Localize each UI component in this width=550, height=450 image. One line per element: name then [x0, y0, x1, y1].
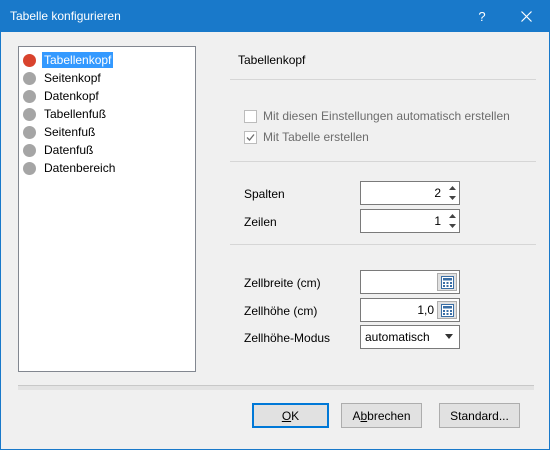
- cancel-button[interactable]: Ab brechen: [341, 403, 422, 428]
- spin-down-icon[interactable]: [448, 194, 456, 202]
- section-tree[interactable]: Tabellenkopf Seitenkopf Datenkopf Tabell…: [18, 46, 196, 372]
- tree-item-datenbereich[interactable]: Datenbereich: [23, 159, 117, 177]
- calculator-icon: [440, 303, 454, 317]
- spin-up-icon[interactable]: [448, 184, 456, 192]
- divider: [230, 161, 536, 162]
- calculator-button[interactable]: [437, 301, 457, 319]
- cell-height-field[interactable]: 1,0: [360, 298, 460, 322]
- cell-width-label: Zellbreite (cm): [244, 276, 321, 290]
- cancel-label-mnemonic: b: [360, 408, 368, 423]
- tree-item-seitenfuss[interactable]: Seitenfuß: [23, 123, 97, 141]
- divider: [18, 386, 534, 390]
- gray-circle-icon: [23, 71, 36, 85]
- cell-height-mode-value: automatisch: [365, 330, 430, 344]
- tree-item-label: Tabellenfuß: [44, 107, 107, 121]
- with-table-checkbox-row[interactable]: Mit Tabelle erstellen: [244, 130, 369, 144]
- rows-value: 1: [434, 214, 441, 228]
- title-bar: Tabelle konfigurieren ?: [1, 1, 549, 32]
- tree-item-label: Datenfuß: [44, 143, 94, 157]
- cell-height-mode-select[interactable]: automatisch: [360, 325, 460, 349]
- rows-label: Zeilen: [244, 215, 277, 229]
- auto-create-checkbox[interactable]: [244, 109, 257, 123]
- tree-item-label: Datenkopf: [44, 89, 99, 103]
- cell-height-value: 1,0: [417, 303, 434, 317]
- cell-height-label: Zellhöhe (cm): [244, 304, 318, 318]
- divider: [230, 79, 536, 80]
- tree-item-label: Datenbereich: [44, 161, 116, 175]
- auto-create-label: Mit diesen Einstellungen automatisch ers…: [263, 109, 510, 123]
- window-title: Tabelle konfigurieren: [10, 9, 121, 23]
- tree-item-label: Seitenfuß: [44, 125, 96, 139]
- gray-circle-icon: [23, 107, 36, 121]
- columns-label: Spalten: [244, 187, 285, 201]
- close-button[interactable]: [504, 1, 548, 32]
- red-circle-icon: [23, 53, 36, 67]
- cell-width-field[interactable]: [360, 270, 460, 294]
- rows-spin-arrows[interactable]: [447, 212, 457, 230]
- divider: [230, 244, 536, 245]
- gray-circle-icon: [23, 143, 36, 157]
- tree-item-tabellenkopf[interactable]: Tabellenkopf: [23, 51, 114, 69]
- checkmark-icon: [246, 133, 255, 141]
- tree-item-tabellenfuss[interactable]: Tabellenfuß: [23, 105, 108, 123]
- close-icon: [520, 11, 532, 22]
- chevron-down-icon: [445, 334, 453, 339]
- calculator-button[interactable]: [437, 273, 457, 291]
- gray-circle-icon: [23, 125, 36, 139]
- spin-up-icon[interactable]: [448, 212, 456, 220]
- tree-item-datenfuss[interactable]: Datenfuß: [23, 141, 95, 159]
- standard-label: Standard...: [450, 408, 509, 423]
- columns-value: 2: [434, 186, 441, 200]
- tree-item-label: Tabellenkopf: [42, 52, 114, 68]
- with-table-checkbox[interactable]: [244, 130, 257, 144]
- with-table-label: Mit Tabelle erstellen: [263, 130, 369, 144]
- cell-height-mode-label: Zellhöhe-Modus: [244, 331, 331, 345]
- columns-spinner[interactable]: 2: [360, 181, 460, 205]
- ok-label-post: K: [291, 408, 300, 423]
- gray-circle-icon: [23, 161, 36, 175]
- gray-circle-icon: [23, 89, 36, 103]
- columns-spin-arrows[interactable]: [447, 184, 457, 202]
- tree-item-datenkopf[interactable]: Datenkopf: [23, 87, 101, 105]
- ok-label-mnemonic: O: [281, 408, 292, 423]
- help-button[interactable]: ?: [460, 1, 504, 32]
- auto-create-checkbox-row[interactable]: Mit diesen Einstellungen automatisch ers…: [244, 109, 510, 123]
- rows-spinner[interactable]: 1: [360, 209, 460, 233]
- standard-button[interactable]: Standard...: [439, 403, 520, 428]
- cancel-label-post: brechen: [367, 408, 411, 423]
- tree-item-seitenkopf[interactable]: Seitenkopf: [23, 69, 103, 87]
- calculator-icon: [440, 275, 454, 289]
- spin-down-icon[interactable]: [448, 222, 456, 230]
- dialog-window: Tabelle konfigurieren ? Tabellenkopf Sei…: [0, 0, 550, 450]
- cancel-label-pre: A: [352, 408, 361, 423]
- section-title: Tabellenkopf: [238, 53, 306, 67]
- help-icon: ?: [478, 9, 486, 24]
- ok-button[interactable]: OK: [252, 403, 329, 428]
- tree-item-label: Seitenkopf: [44, 71, 101, 85]
